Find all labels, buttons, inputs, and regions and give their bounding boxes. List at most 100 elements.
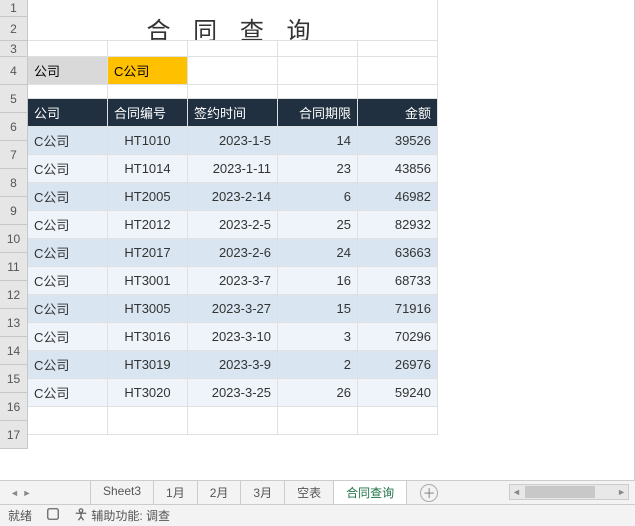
cell[interactable] <box>358 57 438 85</box>
table-cell-signdate[interactable]: 2023-3-9 <box>188 351 278 379</box>
sheet-tab[interactable]: Sheet3 <box>90 480 154 505</box>
table-cell-signdate[interactable]: 2023-1-5 <box>188 127 278 155</box>
cell[interactable] <box>108 407 188 435</box>
table-cell-contract[interactable]: HT3001 <box>108 267 188 295</box>
cell[interactable] <box>188 0 278 17</box>
table-cell-amount[interactable]: 46982 <box>358 183 438 211</box>
cell[interactable] <box>358 41 438 57</box>
table-cell-amount[interactable]: 43856 <box>358 155 438 183</box>
sheet-tab[interactable]: 空表 <box>284 480 334 505</box>
cell[interactable] <box>108 41 188 57</box>
row-header[interactable]: 6 <box>0 113 28 141</box>
filter-label[interactable]: 公司 <box>28 57 108 85</box>
table-cell-contract[interactable]: HT2005 <box>108 183 188 211</box>
table-cell-company[interactable]: C公司 <box>28 323 108 351</box>
table-cell-company[interactable]: C公司 <box>28 211 108 239</box>
row-header[interactable]: 7 <box>0 141 28 169</box>
table-cell-term[interactable]: 26 <box>278 379 358 407</box>
row-header[interactable]: 9 <box>0 197 28 225</box>
add-sheet-button[interactable]: ＋ <box>420 484 438 502</box>
table-cell-amount[interactable]: 39526 <box>358 127 438 155</box>
table-cell-term[interactable]: 23 <box>278 155 358 183</box>
table-cell-signdate[interactable]: 2023-1-11 <box>188 155 278 183</box>
cell[interactable] <box>278 407 358 435</box>
table-cell-signdate[interactable]: 2023-2-5 <box>188 211 278 239</box>
scrollbar-thumb[interactable] <box>525 486 595 498</box>
col-header-signdate[interactable]: 签约时间 <box>188 99 278 127</box>
filter-value[interactable]: C公司 <box>108 57 188 85</box>
table-cell-term[interactable]: 6 <box>278 183 358 211</box>
row-header[interactable]: 2 <box>0 17 28 41</box>
table-cell-term[interactable]: 15 <box>278 295 358 323</box>
cell[interactable] <box>188 41 278 57</box>
cell[interactable] <box>108 0 188 17</box>
table-cell-term[interactable]: 25 <box>278 211 358 239</box>
table-cell-signdate[interactable]: 2023-3-10 <box>188 323 278 351</box>
table-cell-contract[interactable]: HT2012 <box>108 211 188 239</box>
cell[interactable] <box>188 407 278 435</box>
sheet-tab[interactable]: 1月 <box>153 480 198 505</box>
cell[interactable] <box>28 0 108 17</box>
sheet-tab[interactable]: 合同查询 <box>333 480 407 505</box>
table-cell-amount[interactable]: 59240 <box>358 379 438 407</box>
table-cell-signdate[interactable]: 2023-3-25 <box>188 379 278 407</box>
table-cell-amount[interactable]: 71916 <box>358 295 438 323</box>
col-header-company[interactable]: 公司 <box>28 99 108 127</box>
cell[interactable] <box>358 407 438 435</box>
row-header[interactable]: 16 <box>0 393 28 421</box>
table-cell-contract[interactable]: HT3019 <box>108 351 188 379</box>
table-cell-company[interactable]: C公司 <box>28 127 108 155</box>
table-cell-signdate[interactable]: 2023-3-27 <box>188 295 278 323</box>
macro-record-icon[interactable] <box>46 507 60 524</box>
cell[interactable] <box>278 57 358 85</box>
cell[interactable] <box>28 41 108 57</box>
row-header[interactable]: 14 <box>0 337 28 365</box>
cell[interactable] <box>278 85 358 99</box>
table-cell-term[interactable]: 3 <box>278 323 358 351</box>
row-header[interactable]: 10 <box>0 225 28 253</box>
cell[interactable] <box>358 0 438 17</box>
table-cell-company[interactable]: C公司 <box>28 183 108 211</box>
cell[interactable] <box>278 0 358 17</box>
table-cell-signdate[interactable]: 2023-3-7 <box>188 267 278 295</box>
row-header[interactable]: 1 <box>0 0 28 17</box>
cell[interactable] <box>28 407 108 435</box>
table-cell-company[interactable]: C公司 <box>28 379 108 407</box>
cell[interactable] <box>108 85 188 99</box>
cell[interactable] <box>358 85 438 99</box>
cell[interactable] <box>28 85 108 99</box>
table-cell-contract[interactable]: HT1010 <box>108 127 188 155</box>
page-title[interactable]: 合 同 查 询 <box>28 17 438 41</box>
table-cell-contract[interactable]: HT3016 <box>108 323 188 351</box>
table-cell-amount[interactable]: 70296 <box>358 323 438 351</box>
table-cell-signdate[interactable]: 2023-2-14 <box>188 183 278 211</box>
row-header[interactable]: 17 <box>0 421 28 449</box>
table-cell-term[interactable]: 2 <box>278 351 358 379</box>
table-cell-term[interactable]: 24 <box>278 239 358 267</box>
table-cell-contract[interactable]: HT2017 <box>108 239 188 267</box>
row-header[interactable]: 3 <box>0 41 28 57</box>
table-cell-amount[interactable]: 68733 <box>358 267 438 295</box>
table-cell-amount[interactable]: 63663 <box>358 239 438 267</box>
table-cell-term[interactable]: 14 <box>278 127 358 155</box>
table-cell-company[interactable]: C公司 <box>28 351 108 379</box>
row-header[interactable]: 11 <box>0 253 28 281</box>
table-cell-company[interactable]: C公司 <box>28 295 108 323</box>
table-cell-company[interactable]: C公司 <box>28 155 108 183</box>
table-cell-term[interactable]: 16 <box>278 267 358 295</box>
sheet-tab[interactable]: 3月 <box>240 480 285 505</box>
table-cell-signdate[interactable]: 2023-2-6 <box>188 239 278 267</box>
row-header[interactable]: 5 <box>0 85 28 113</box>
row-header[interactable]: 12 <box>0 281 28 309</box>
sheet-tab[interactable]: 2月 <box>197 480 242 505</box>
row-header[interactable]: 4 <box>0 57 28 85</box>
table-cell-company[interactable]: C公司 <box>28 239 108 267</box>
row-header[interactable]: 15 <box>0 365 28 393</box>
col-header-amount[interactable]: 金额 <box>358 99 438 127</box>
cell[interactable] <box>278 41 358 57</box>
table-cell-amount[interactable]: 82932 <box>358 211 438 239</box>
tab-scroll-controls[interactable]: ◄ ► <box>0 481 80 504</box>
table-cell-company[interactable]: C公司 <box>28 267 108 295</box>
row-header[interactable]: 13 <box>0 309 28 337</box>
row-header[interactable]: 8 <box>0 169 28 197</box>
